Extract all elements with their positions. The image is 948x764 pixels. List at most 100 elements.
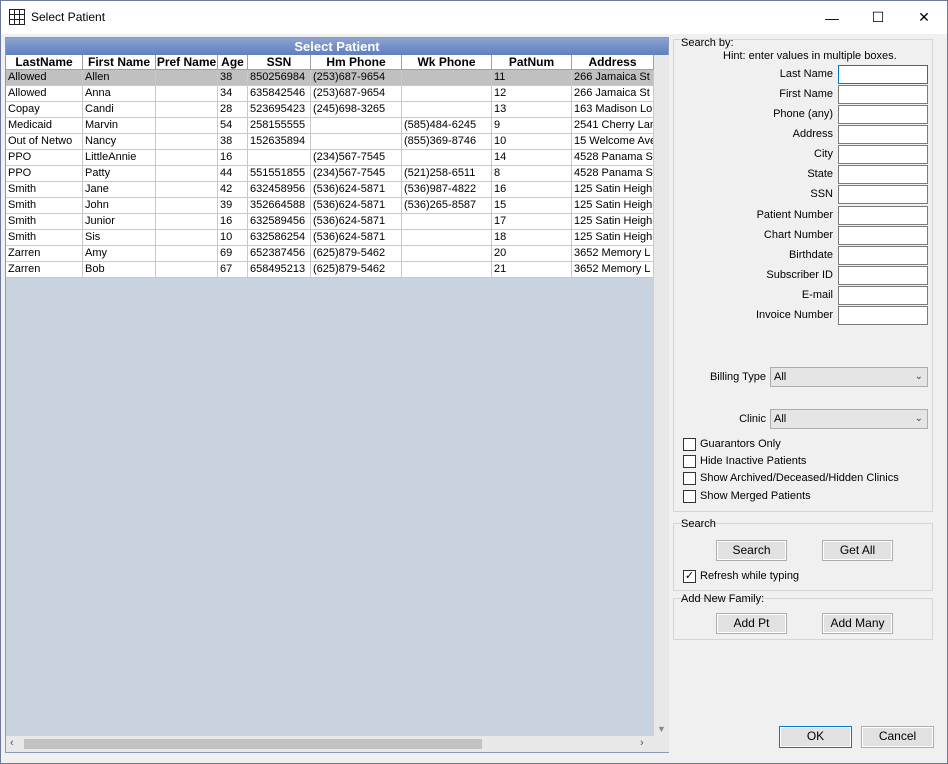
- table-cell: 16: [218, 214, 248, 229]
- table-row[interactable]: Allowed Anna 34 635842546 (253)687-9654 12 266…: [6, 86, 654, 102]
- column-header-age[interactable]: Age: [218, 55, 248, 69]
- search-button[interactable]: Search: [716, 540, 787, 561]
- e-mail-field[interactable]: [838, 286, 928, 305]
- table-cell: [156, 150, 218, 165]
- subscriber-id-field[interactable]: [838, 266, 928, 285]
- invoice-number-field[interactable]: [838, 306, 928, 325]
- table-cell: (536)265-8587: [402, 198, 492, 213]
- table-cell: (536)987-4822: [402, 182, 492, 197]
- last-name-field[interactable]: [838, 65, 928, 84]
- birthdate-field[interactable]: [838, 246, 928, 265]
- column-header-prefname[interactable]: Pref Name: [156, 55, 218, 69]
- phone-any-label: Phone (any): [773, 108, 833, 120]
- horizontal-scrollbar[interactable]: ‹ ›: [6, 736, 654, 752]
- add-many-button[interactable]: Add Many: [822, 613, 893, 634]
- table-cell: Anna: [83, 86, 156, 101]
- first-name-label: First Name: [779, 88, 833, 100]
- table-cell: 28: [218, 102, 248, 117]
- table-cell: Candi: [83, 102, 156, 117]
- vertical-scrollbar[interactable]: ▼: [654, 55, 669, 736]
- table-cell: 163 Madison Lo: [574, 102, 654, 117]
- table-cell: Smith: [6, 230, 83, 245]
- grid-body: Allowed Allen 38 850256984 (253)687-9654 11 26…: [6, 70, 654, 736]
- column-header-hmphone[interactable]: Hm Phone: [311, 55, 402, 69]
- billing-type-select[interactable]: All ⌄: [770, 367, 928, 387]
- clinic-select[interactable]: All ⌄: [770, 409, 928, 429]
- scroll-right-icon[interactable]: ›: [640, 737, 644, 749]
- scroll-down-icon[interactable]: ▼: [657, 724, 666, 734]
- maximize-button[interactable]: ☐: [855, 1, 901, 34]
- ssn-field[interactable]: [838, 185, 928, 204]
- table-row[interactable]: PPO Patty 44 551551855 (234)567-7545 (521)258…: [6, 166, 654, 182]
- column-header-firstname[interactable]: First Name: [83, 55, 156, 69]
- address-field[interactable]: [838, 125, 928, 144]
- table-cell: [402, 230, 492, 245]
- phone-any-field[interactable]: [838, 105, 928, 124]
- checkbox-checked-icon[interactable]: ✓: [683, 569, 696, 583]
- get-all-button[interactable]: Get All: [822, 540, 893, 561]
- refresh-while-typing-checkbox[interactable]: ✓ Refresh while typing: [683, 568, 799, 584]
- table-cell: Marvin: [83, 118, 156, 133]
- table-cell: Allowed: [6, 70, 83, 85]
- table-cell: 632589456: [248, 214, 311, 229]
- table-row[interactable]: Allowed Allen 38 850256984 (253)687-9654 11 26…: [6, 70, 654, 86]
- table-cell: (585)484-6245: [402, 118, 492, 133]
- horizontal-scroll-thumb[interactable]: [24, 739, 482, 749]
- column-header-wkphone[interactable]: Wk Phone: [402, 55, 492, 69]
- chart-number-label: Chart Number: [763, 229, 833, 241]
- close-button[interactable]: ✕: [901, 1, 947, 34]
- table-cell: (536)624-5871: [311, 230, 402, 245]
- add-pt-button[interactable]: Add Pt: [716, 613, 787, 634]
- checkbox-unchecked-icon[interactable]: [683, 454, 696, 468]
- table-row[interactable]: Smith Junior 16 632589456 (536)624-5871 17 125…: [6, 214, 654, 230]
- column-header-address[interactable]: Address: [572, 55, 654, 69]
- minimize-button[interactable]: —: [809, 1, 855, 34]
- checkbox-unchecked-icon[interactable]: [683, 471, 696, 485]
- table-row[interactable]: Medicaid Marvin 54 258155555 (585)484-6245 9 2…: [6, 118, 654, 134]
- chart-number-field[interactable]: [838, 226, 928, 245]
- column-header-ssn[interactable]: SSN: [248, 55, 311, 69]
- table-cell: 352664588: [248, 198, 311, 213]
- scroll-left-icon[interactable]: ‹: [10, 737, 14, 749]
- first-name-field[interactable]: [838, 85, 928, 104]
- table-cell: Copay: [6, 102, 83, 117]
- table-cell: 39: [218, 198, 248, 213]
- checkbox-unchecked-icon[interactable]: [683, 489, 696, 503]
- table-cell: 258155555: [248, 118, 311, 133]
- table-cell: 658495213: [248, 262, 311, 277]
- show-archived-deceased-hidden-clinics-checkbox[interactable]: Show Archived/Deceased/Hidden Clinics: [683, 470, 899, 486]
- table-cell: Smith: [6, 182, 83, 197]
- column-header-lastname[interactable]: LastName: [6, 55, 83, 69]
- table-cell: [402, 70, 492, 85]
- table-row[interactable]: Smith John 39 352664588 (536)624-5871 (536)26…: [6, 198, 654, 214]
- table-row[interactable]: Copay Candi 28 523695423 (245)698-3265 13 163 …: [6, 102, 654, 118]
- column-header-patnum[interactable]: PatNum: [492, 55, 572, 69]
- checkbox-unchecked-icon[interactable]: [683, 437, 696, 451]
- table-row[interactable]: Zarren Amy 69 652387456 (625)879-5462 20 3652 …: [6, 246, 654, 262]
- table-row[interactable]: Smith Jane 42 632458956 (536)624-5871 (536)98…: [6, 182, 654, 198]
- table-cell: Nancy: [83, 134, 156, 149]
- table-cell: 632586254: [248, 230, 311, 245]
- state-field[interactable]: [838, 165, 928, 184]
- table-row[interactable]: Zarren Bob 67 658495213 (625)879-5462 21 3652 …: [6, 262, 654, 278]
- table-cell: Zarren: [6, 262, 83, 277]
- cancel-button[interactable]: Cancel: [861, 726, 934, 748]
- hide-inactive-patients-checkbox[interactable]: Hide Inactive Patients: [683, 453, 806, 469]
- grid-header: LastName First Name Pref Name Age SSN Hm Phon…: [6, 55, 654, 70]
- patient-number-field[interactable]: [838, 206, 928, 225]
- table-row[interactable]: Out of Netwo Nancy 38 152635894 (855)369-874…: [6, 134, 654, 150]
- table-cell: [402, 86, 492, 101]
- show-merged-patients-checkbox[interactable]: Show Merged Patients: [683, 488, 811, 504]
- city-field[interactable]: [838, 145, 928, 164]
- table-cell: (521)258-6511: [402, 166, 492, 181]
- table-row[interactable]: Smith Sis 10 632586254 (536)624-5871 18 125 Sa…: [6, 230, 654, 246]
- table-cell: LittleAnnie: [83, 150, 156, 165]
- ok-button[interactable]: OK: [779, 726, 852, 748]
- table-row[interactable]: PPO LittleAnnie 16 (234)567-7545 14 4528 Pana…: [6, 150, 654, 166]
- maximize-icon: ☐: [871, 9, 885, 25]
- guarantors-only-checkbox[interactable]: Guarantors Only: [683, 436, 781, 452]
- table-cell: (234)567-7545: [311, 150, 402, 165]
- table-cell: (536)624-5871: [311, 182, 402, 197]
- table-cell: (234)567-7545: [311, 166, 402, 181]
- table-cell: 266 Jamaica St: [572, 70, 654, 85]
